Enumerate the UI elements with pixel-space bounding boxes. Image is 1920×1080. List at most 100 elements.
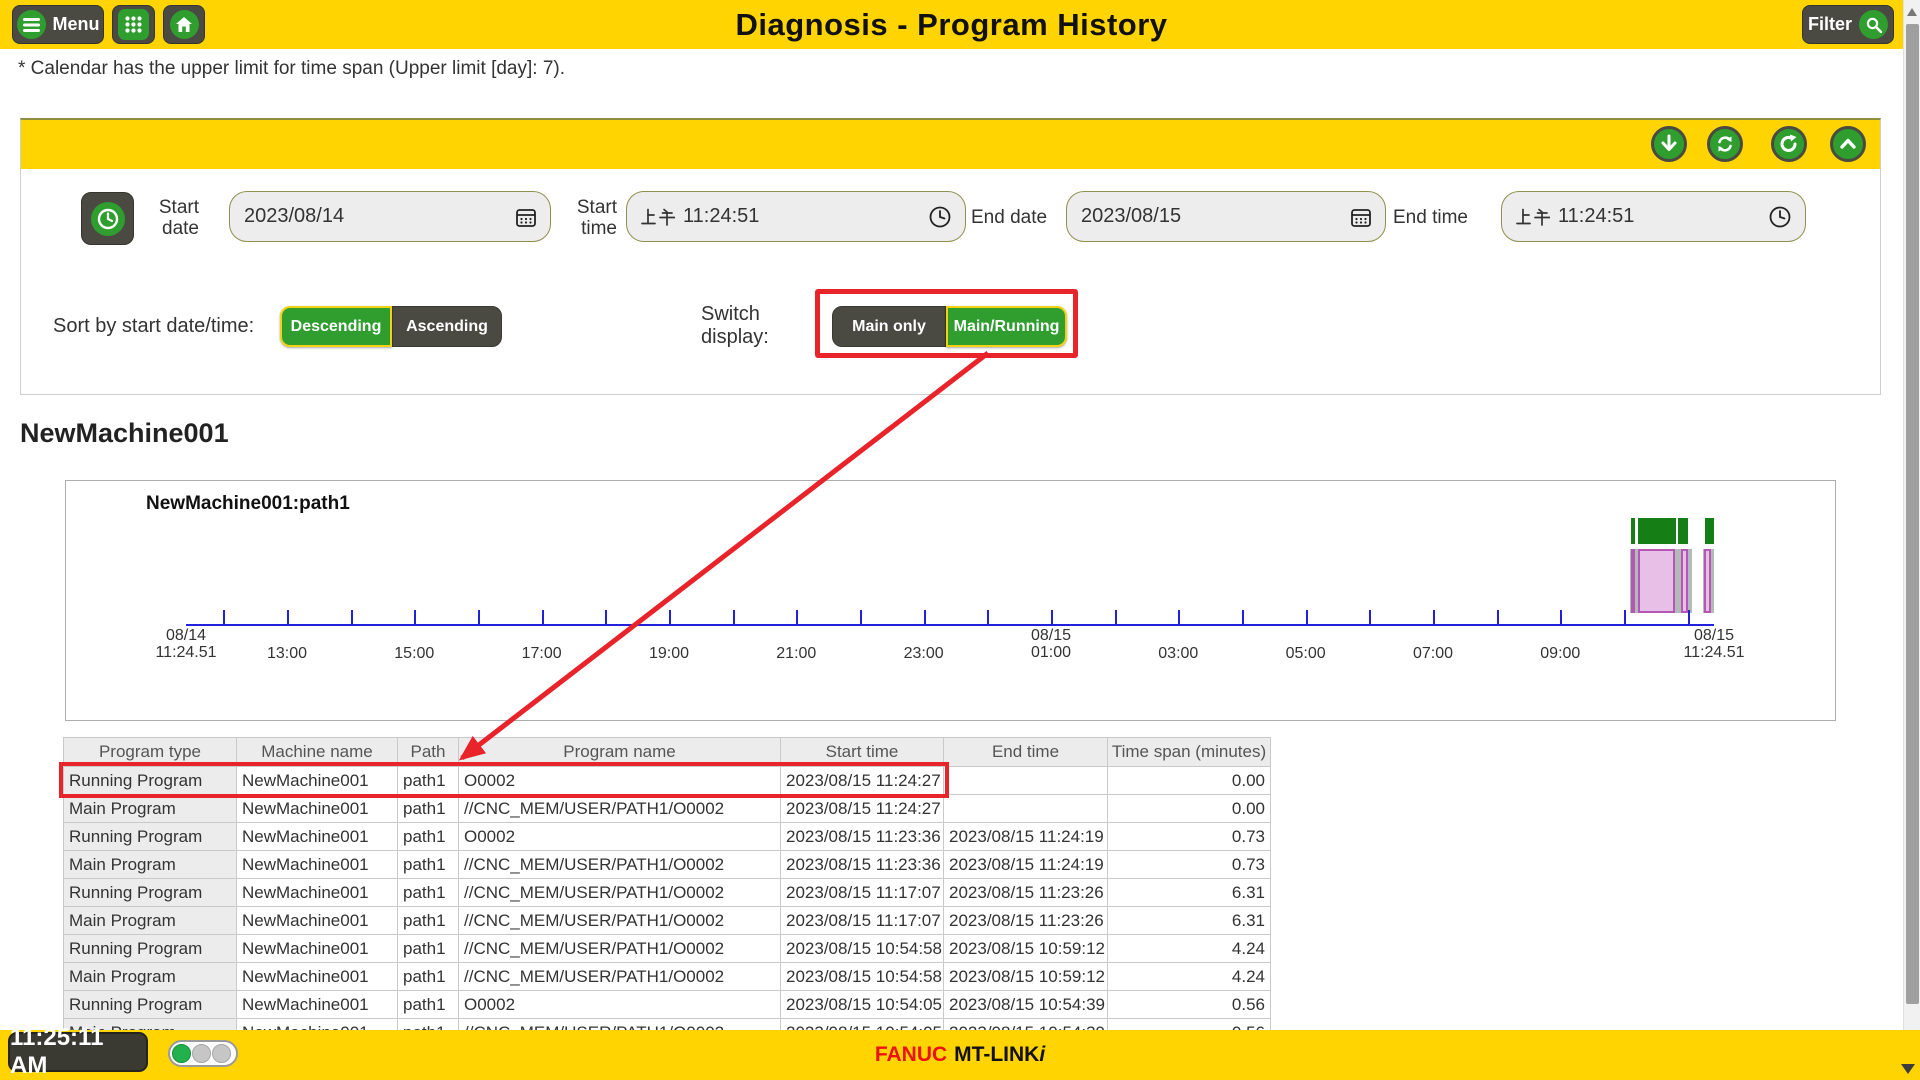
status-light-green <box>172 1044 191 1063</box>
axis-label: 09:00 <box>1540 645 1580 662</box>
cell-time-span: 0.73 <box>1108 823 1271 851</box>
switch-display-label: Switch display: <box>701 305 801 347</box>
sort-descending-button[interactable]: Descending <box>280 306 392 347</box>
calendar-limit-note: * Calendar has the upper limit for time … <box>18 58 565 80</box>
machine-name-heading: NewMachine001 <box>20 418 229 449</box>
time-range-button[interactable] <box>81 192 134 245</box>
table-row: Running ProgramNewMachine001path1//CNC_M… <box>64 879 1271 907</box>
cell-time-span: 0.56 <box>1108 991 1271 1019</box>
table-row: Main ProgramNewMachine001path1//CNC_MEM/… <box>64 851 1271 879</box>
axis-label: 05:00 <box>1286 645 1326 662</box>
product-i: i <box>1039 1043 1045 1067</box>
calendar-icon[interactable] <box>1351 207 1371 227</box>
cell-program-name: O0002 <box>459 823 781 851</box>
axis-tick <box>1560 610 1562 625</box>
table-row: Running ProgramNewMachine001path1O000220… <box>64 823 1271 851</box>
panel-toolbar <box>21 120 1880 169</box>
axis-tick <box>796 610 798 625</box>
cell-program-type: Running Program <box>64 823 237 851</box>
collapse-icon[interactable] <box>1830 126 1866 162</box>
axis-label: 21:00 <box>776 645 816 662</box>
home-button[interactable] <box>163 5 205 44</box>
axis-tick <box>669 610 671 625</box>
menu-label: Menu <box>53 14 100 35</box>
col-header-program-type: Program type <box>64 738 237 767</box>
refresh-icon[interactable] <box>1771 126 1807 162</box>
cell-end-time: 2023/08/15 10:59:12 <box>944 963 1108 991</box>
axis-start-label: 08/14 11:24.51 <box>155 627 216 661</box>
cell-end-time: 2023/08/15 10:54:39 <box>944 991 1108 1019</box>
time-axis: 13:0015:0017:0019:0021:0023:0008/15 01:0… <box>186 481 1714 722</box>
cell-end-time: 2023/08/15 11:23:26 <box>944 907 1108 935</box>
cell-start-time: 2023/08/15 11:17:07 <box>781 879 944 907</box>
end-time-value: 11:24:51 <box>1558 205 1634 228</box>
scrollbar-thumb[interactable] <box>1906 24 1919 1004</box>
clock-field-icon[interactable] <box>929 206 951 228</box>
axis-tick <box>414 610 416 625</box>
status-light-off <box>192 1044 211 1063</box>
start-time-input[interactable]: 11:24:51 <box>626 191 966 242</box>
filter-label: Filter <box>1808 14 1852 35</box>
apps-grid-button[interactable] <box>112 5 155 44</box>
download-icon[interactable] <box>1651 126 1687 162</box>
cell-start-time: 2023/08/15 10:54:05 <box>781 991 944 1019</box>
end-time-label: End time <box>1393 192 1489 243</box>
menu-button[interactable]: Menu <box>12 5 104 44</box>
cell-start-time: 2023/08/15 11:24:27 <box>781 767 944 795</box>
cell-machine-name: NewMachine001 <box>237 1019 398 1031</box>
cell-machine-name: NewMachine001 <box>237 767 398 795</box>
axis-label: 19:00 <box>649 645 689 662</box>
cell-start-time: 2023/08/15 11:23:36 <box>781 851 944 879</box>
axis-tick <box>605 610 607 625</box>
cell-machine-name: NewMachine001 <box>237 991 398 1019</box>
cell-start-time: 2023/08/15 11:24:27 <box>781 795 944 823</box>
clock-field-icon[interactable] <box>1769 206 1791 228</box>
end-date-value: 2023/08/15 <box>1081 205 1351 228</box>
start-date-input[interactable]: 2023/08/14 <box>229 191 551 242</box>
col-header-time-span: Time span (minutes) <box>1108 738 1271 767</box>
table-row: Main ProgramNewMachine001path1//CNC_MEM/… <box>64 1019 1271 1031</box>
calendar-icon[interactable] <box>516 207 536 227</box>
history-table: Program typeMachine namePathProgram name… <box>63 737 1272 1030</box>
footer-bar: FANUC MT-LINKi 11:25:11 AM <box>0 1030 1920 1080</box>
cell-path: path1 <box>398 823 459 851</box>
cell-program-type: Main Program <box>64 907 237 935</box>
program-history-chart: NewMachine001:path1 13:0015:0017:0019:00… <box>65 480 1836 721</box>
cell-end-time: 2023/08/15 10:59:12 <box>944 935 1108 963</box>
cell-path: path1 <box>398 907 459 935</box>
scrollbar[interactable] <box>1903 0 1920 1030</box>
table-row: Main ProgramNewMachine001path1//CNC_MEM/… <box>64 907 1271 935</box>
scrollbar-up-icon[interactable] <box>1907 8 1917 16</box>
scrollbar-down-icon[interactable] <box>1901 1064 1915 1074</box>
cell-start-time: 2023/08/15 11:17:07 <box>781 907 944 935</box>
axis-tick <box>860 610 862 625</box>
axis-label: 08/15 01:00 <box>1031 627 1071 661</box>
cell-machine-name: NewMachine001 <box>237 963 398 991</box>
end-time-input[interactable]: 11:24:51 <box>1501 191 1806 242</box>
filter-button[interactable]: Filter <box>1802 5 1894 44</box>
am-prefix-glyph <box>641 208 675 226</box>
axis-tick <box>1624 610 1626 625</box>
cell-program-name: //CNC_MEM/USER/PATH1/O0002 <box>459 879 781 907</box>
auto-refresh-icon[interactable] <box>1707 126 1743 162</box>
switch-main-only-button[interactable]: Main only <box>832 306 946 347</box>
cell-end-time: 2023/08/15 10:54:39 <box>944 1019 1108 1031</box>
axis-tick <box>1433 610 1435 625</box>
header-bar: Diagnosis - Program History Menu Filter <box>0 0 1903 49</box>
cell-machine-name: NewMachine001 <box>237 823 398 851</box>
cell-time-span: 4.24 <box>1108 935 1271 963</box>
axis-tick <box>1497 610 1499 625</box>
cell-program-name: //CNC_MEM/USER/PATH1/O0002 <box>459 1019 781 1031</box>
cell-path: path1 <box>398 1019 459 1031</box>
cell-machine-name: NewMachine001 <box>237 879 398 907</box>
switch-main-running-button[interactable]: Main/Running <box>946 306 1067 347</box>
cell-start-time: 2023/08/15 10:54:05 <box>781 1019 944 1031</box>
page-title: Diagnosis - Program History <box>0 0 1903 49</box>
axis-tick <box>1242 610 1244 625</box>
clock-icon <box>91 202 125 236</box>
end-date-input[interactable]: 2023/08/15 <box>1066 191 1386 242</box>
cell-time-span: 6.31 <box>1108 907 1271 935</box>
sort-ascending-button[interactable]: Ascending <box>392 306 502 347</box>
cell-end-time: 2023/08/15 11:24:19 <box>944 851 1108 879</box>
cell-program-name: //CNC_MEM/USER/PATH1/O0002 <box>459 851 781 879</box>
